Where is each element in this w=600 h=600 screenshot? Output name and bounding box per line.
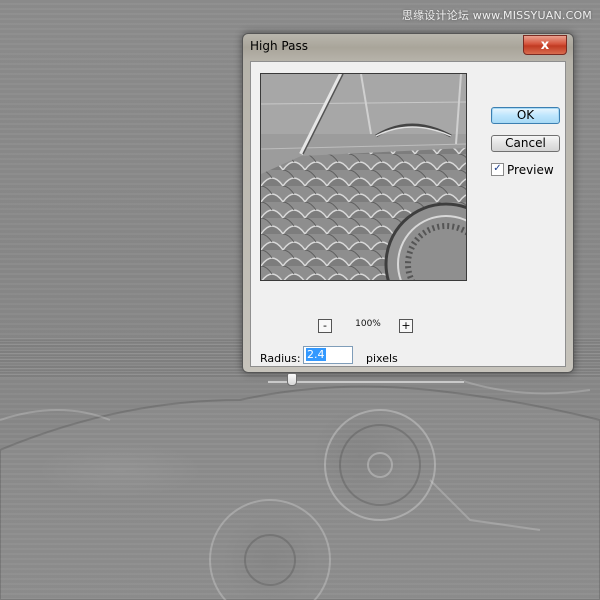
radius-slider-track[interactable] — [268, 380, 464, 383]
preview-image — [261, 74, 466, 280]
radius-slider-thumb[interactable] — [286, 373, 297, 386]
close-button[interactable]: x — [523, 35, 567, 55]
preview-checkbox[interactable]: ✓ — [491, 163, 504, 176]
checkmark-icon: ✓ — [493, 163, 502, 174]
dialog-titlebar[interactable]: High Pass x — [243, 34, 573, 60]
zoom-out-button[interactable]: - — [318, 319, 332, 333]
preview-label[interactable]: Preview — [507, 163, 554, 177]
dialog-title: High Pass — [250, 39, 308, 53]
radius-units-label: pixels — [366, 352, 398, 365]
radius-value: 2.4 — [306, 348, 326, 361]
radius-input[interactable]: 2.4 — [303, 346, 353, 364]
car-embossed-silhouette — [0, 379, 600, 600]
radius-label: Radius: — [260, 352, 301, 365]
high-pass-dialog: High Pass x - 100% + Radius: 2.4 pixels … — [242, 33, 574, 386]
dialog-client-area: - 100% + Radius: 2.4 pixels OK Cancel ✓ … — [250, 61, 566, 386]
site-watermark: 思缘设计论坛 www.MISSYUAN.COM — [401, 9, 592, 22]
filter-preview-pane[interactable] — [260, 73, 467, 281]
zoom-level: 100% — [355, 319, 381, 329]
close-icon: x — [540, 37, 550, 53]
plus-icon: + — [401, 319, 411, 332]
cancel-button[interactable]: Cancel — [491, 135, 560, 152]
zoom-in-button[interactable]: + — [399, 319, 413, 333]
ok-button[interactable]: OK — [491, 107, 560, 124]
minus-icon: - — [323, 319, 327, 332]
